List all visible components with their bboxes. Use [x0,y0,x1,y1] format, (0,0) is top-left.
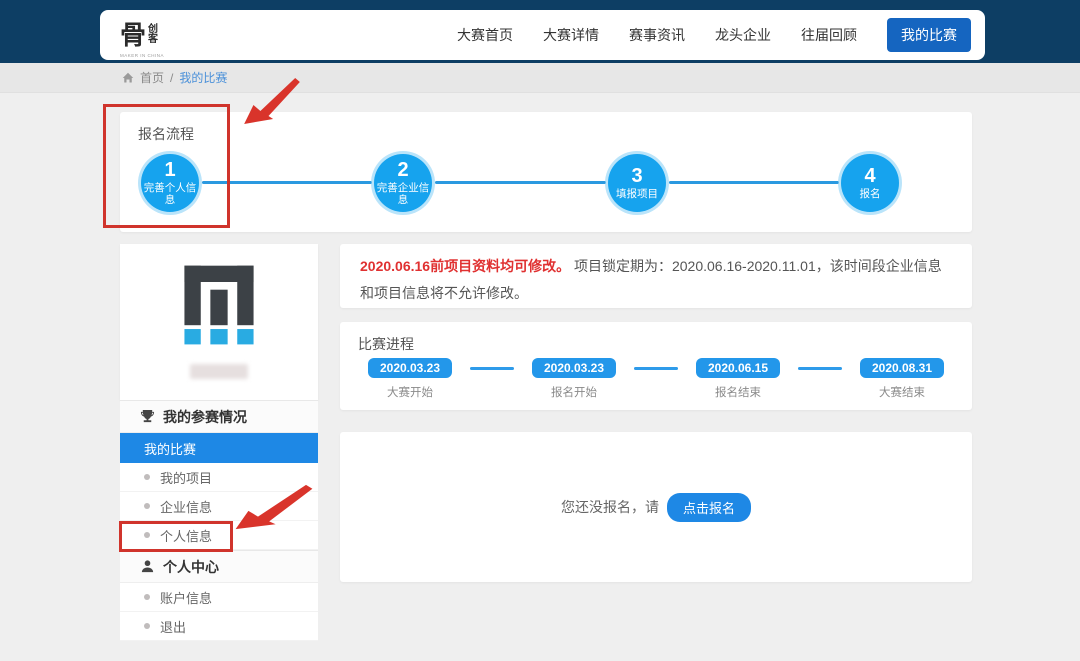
step-connector [669,181,839,184]
step-2-company-info[interactable]: 2 完善企业信息 [374,154,432,212]
sidebar-item-my-project[interactable]: 我的项目 [120,463,318,492]
step-label: 报名 [843,188,897,200]
step-label: 完善企业信息 [376,182,430,206]
main-navbar: 骨 创 客 MAKER IN CHINA 大赛首页 大赛详情 赛事资讯 龙头企业… [100,10,985,60]
logo-text: 创 客 [148,25,158,45]
milestone-competition-start: 2020.03.23 大赛开始 [364,358,456,400]
home-icon [122,72,134,84]
milestone-label: 报名开始 [551,384,597,400]
breadcrumb-separator: / [170,71,173,85]
sidebar-item-my-competition[interactable]: 我的比赛 [120,433,318,463]
timeline-connector [470,367,514,370]
process-title: 报名流程 [138,124,194,144]
milestone-label: 报名结束 [715,384,761,400]
breadcrumb-home[interactable]: 首页 [140,69,164,86]
step-number: 4 [864,166,875,186]
step-label: 填报项目 [610,188,664,200]
sidebar-item-label: 退出 [160,617,186,636]
sidebar-menu: 我的参赛情况 我的比赛 我的项目 企业信息 个人信息 个人中心 账户信息 退出 [120,400,318,641]
sidebar-item-label: 企业信息 [160,497,212,516]
profile-card [120,244,318,400]
registration-process-card: 报名流程 1 完善个人信息 2 完善企业信息 3 填报项目 4 报名 [120,112,972,232]
sidebar-item-label: 我的项目 [160,468,212,487]
nav-item-past[interactable]: 往届回顾 [801,25,857,45]
sidebar-item-label: 个人信息 [160,526,212,545]
timeline-row: 2020.03.23 大赛开始 2020.03.23 报名开始 2020.06.… [340,358,972,400]
bullet-icon [144,623,150,629]
timeline-connector [634,367,678,370]
timeline-title: 比赛进程 [358,334,414,354]
username-redacted [190,364,248,379]
logo-glyph: 骨 [120,22,146,48]
nav-item-home[interactable]: 大赛首页 [457,25,513,45]
notice-card: 2020.06.16前项目资料均可修改。 项目锁定期为：2020.06.16-2… [340,244,972,308]
registration-empty-state-card: 您还没报名，请 点击报名 [340,432,972,582]
nav-item-enterprises[interactable]: 龙头企业 [715,25,771,45]
sidebar-section-title: 个人中心 [163,557,219,577]
my-competition-button[interactable]: 我的比赛 [887,18,971,52]
step-number: 1 [164,160,175,180]
sidebar-section-title: 我的参赛情况 [163,407,247,427]
timeline-connector [798,367,842,370]
breadcrumb: 首页 / 我的比赛 [0,63,1080,93]
step-number: 3 [631,166,642,186]
brand-logo[interactable]: 骨 创 客 MAKER IN CHINA [120,22,158,48]
bullet-icon [144,503,150,509]
sidebar-item-logout[interactable]: 退出 [120,612,318,641]
bullet-icon [144,474,150,480]
sidebar-item-label: 账户信息 [160,588,212,607]
sidebar-section-participation: 我的参赛情况 [120,400,318,433]
milestone-label: 大赛开始 [387,384,433,400]
maker-logo-image [171,258,267,354]
notice-highlight: 2020.06.16前项目资料均可修改。 [360,258,570,274]
sidebar-item-label: 我的比赛 [144,439,196,458]
milestone-registration-start: 2020.03.23 报名开始 [528,358,620,400]
sidebar-item-account-info[interactable]: 账户信息 [120,583,318,612]
step-label: 完善个人信息 [143,182,197,206]
sidebar-item-personal-info[interactable]: 个人信息 [120,521,318,550]
step-number: 2 [397,160,408,180]
empty-state-text: 您还没报名，请 [561,497,659,517]
milestone-competition-end: 2020.08.31 大赛结束 [856,358,948,400]
nav-item-news[interactable]: 赛事资讯 [629,25,685,45]
milestone-date-pill: 2020.03.23 [368,358,452,378]
breadcrumb-current: 我的比赛 [179,69,227,86]
competition-timeline-card: 比赛进程 2020.03.23 大赛开始 2020.03.23 报名开始 202… [340,322,972,410]
notice-text: 2020.06.16前项目资料均可修改。 项目锁定期为：2020.06.16-2… [360,253,952,307]
step-connector [435,181,606,184]
click-to-register-button[interactable]: 点击报名 [667,493,751,522]
page: 骨 创 客 MAKER IN CHINA 大赛首页 大赛详情 赛事资讯 龙头企业… [0,0,1080,661]
milestone-date-pill: 2020.03.23 [532,358,616,378]
trophy-icon [140,409,155,424]
nav-item-details[interactable]: 大赛详情 [543,25,599,45]
step-connector [202,181,372,184]
logo-tagline: MAKER IN CHINA [120,54,164,59]
step-1-personal-info[interactable]: 1 完善个人信息 [141,154,199,212]
milestone-date-pill: 2020.08.31 [860,358,944,378]
logo-char-2: 客 [148,35,158,45]
person-icon [140,559,155,574]
step-3-project[interactable]: 3 填报项目 [608,154,666,212]
nav-menu: 大赛首页 大赛详情 赛事资讯 龙头企业 往届回顾 我的比赛 [457,18,971,52]
bullet-icon [144,532,150,538]
milestone-registration-end: 2020.06.15 报名结束 [692,358,784,400]
sidebar-section-personal-center: 个人中心 [120,550,318,583]
milestone-label: 大赛结束 [879,384,925,400]
sidebar-item-company-info[interactable]: 企业信息 [120,492,318,521]
step-4-register[interactable]: 4 报名 [841,154,899,212]
bullet-icon [144,594,150,600]
milestone-date-pill: 2020.06.15 [696,358,780,378]
